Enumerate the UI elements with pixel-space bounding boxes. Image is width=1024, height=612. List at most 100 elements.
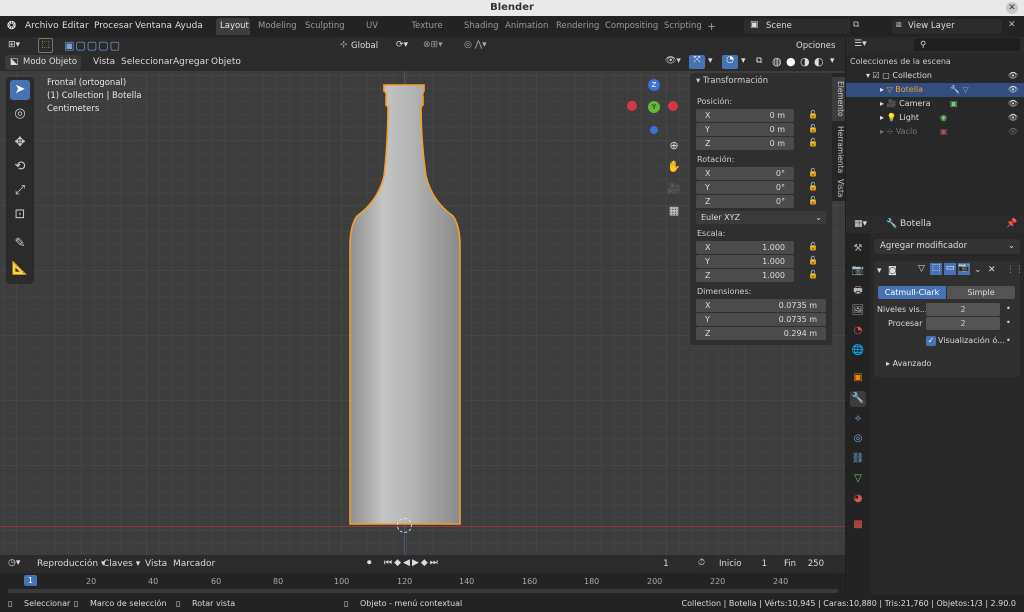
menu-reproduccion[interactable]: Reproducción ▾ xyxy=(37,559,106,569)
gizmo-toggle-icon[interactable]: ⤧ xyxy=(689,55,705,69)
menu-claves[interactable]: Claves ▾ xyxy=(103,559,140,569)
record-icon[interactable]: ⏺ xyxy=(367,558,372,568)
view-layer-selector[interactable]: View Layer xyxy=(892,19,1002,34)
dimension-z-field[interactable]: Z 0.294 m xyxy=(696,327,826,340)
menu-vista-timeline[interactable]: Vista xyxy=(145,559,167,569)
position-z-field[interactable]: Z0 m xyxy=(696,137,794,150)
tab-vista[interactable]: Vista xyxy=(832,177,845,199)
render-toggle-icon[interactable]: 📷 xyxy=(958,263,970,275)
wireframe-shading-icon[interactable]: ◍ xyxy=(772,55,782,68)
lock-icon[interactable]: 🔓 xyxy=(808,124,818,133)
simple-button[interactable]: Simple xyxy=(947,286,1015,299)
material-shading-icon[interactable]: ◑ xyxy=(800,55,810,68)
modifier-menu-icon[interactable]: ⌄ xyxy=(974,265,982,275)
lock-icon[interactable]: 🔓 xyxy=(808,182,818,191)
overlay-toggle-icon[interactable]: ◔ xyxy=(722,55,738,69)
tab-rendering[interactable]: Rendering xyxy=(552,18,599,35)
move-tool-icon[interactable]: ✥ xyxy=(10,133,30,153)
tab-herramienta[interactable]: Herramienta xyxy=(832,125,845,175)
material-tab-icon[interactable]: ◕ xyxy=(850,491,866,507)
constraints-tab-icon[interactable]: ⛓ xyxy=(850,451,866,467)
select-box-tool-icon[interactable]: ➤ xyxy=(10,80,30,100)
camera-view-icon[interactable]: 🎥 xyxy=(666,181,682,197)
menu-archivo[interactable]: Archivo xyxy=(25,21,59,31)
scene-selector[interactable]: Scene xyxy=(744,19,850,34)
snap-icon[interactable]: ⊗⊞▾ xyxy=(423,40,443,50)
tab-elemento[interactable]: Elemento xyxy=(832,77,845,121)
3d-cursor-icon[interactable] xyxy=(397,518,412,533)
perspective-grid-icon[interactable]: ▦ xyxy=(666,203,682,219)
select-tool-icon[interactable]: ⬚ xyxy=(38,38,53,53)
selection-mode-icons[interactable]: ▣▢▢▢▢ xyxy=(64,39,121,52)
start-frame-field[interactable]: Inicio 1 xyxy=(713,557,773,572)
outliner-editor-icon[interactable]: ☰▾ xyxy=(854,39,867,49)
position-x-field[interactable]: X0 m xyxy=(696,109,794,122)
levels-viewport-field[interactable]: 2 xyxy=(926,303,1000,316)
texture-tab-icon[interactable]: ▩ xyxy=(850,517,866,533)
visibility-icon[interactable]: 👁▾ xyxy=(665,56,681,66)
gizmo-neg-z-axis[interactable] xyxy=(650,126,658,134)
tab-compositing[interactable]: Compositing xyxy=(601,18,658,35)
position-y-field[interactable]: Y0 m xyxy=(696,123,794,136)
tool-tab-icon[interactable]: ⚒ xyxy=(850,241,866,257)
gizmo-z-axis[interactable]: Z xyxy=(648,79,660,91)
output-tab-icon[interactable]: 🖶 xyxy=(850,283,866,299)
catmull-clark-button[interactable]: Catmull-Clark xyxy=(878,286,946,299)
scale-x-field[interactable]: X 1.000 xyxy=(696,241,794,254)
delete-modifier-icon[interactable]: ✕ xyxy=(988,265,996,275)
timeline-scrollbar[interactable] xyxy=(8,589,838,593)
lock-icon[interactable]: 🔓 xyxy=(808,110,818,119)
lock-icon[interactable]: 🔓 xyxy=(808,242,818,251)
rotation-mode-dropdown[interactable]: Euler XYZ ⌄ xyxy=(696,211,826,224)
blender-logo-icon[interactable]: ❂ xyxy=(7,19,16,32)
solid-shading-icon[interactable]: ● xyxy=(786,55,796,68)
on-cage-toggle-icon[interactable]: ⬚ xyxy=(930,263,942,275)
pin-icon[interactable]: 📌 xyxy=(1006,219,1017,229)
proportional-edit-icon[interactable]: ◎ ⋀▾ xyxy=(464,40,487,50)
scene-tab-icon[interactable]: ◔ xyxy=(850,323,866,339)
edit-mode-toggle-icon[interactable]: ▽ xyxy=(918,264,925,274)
cursor-tool-icon[interactable]: ◎ xyxy=(10,104,30,124)
outliner-item-vacio[interactable]: ▸ ⊹ Vacío ▣ 👁 xyxy=(846,125,1024,139)
gizmo-dropdown-icon[interactable]: ▾ xyxy=(708,56,713,66)
zoom-icon[interactable]: ⊕ xyxy=(666,138,682,154)
properties-editor-icon[interactable]: ▦▾ xyxy=(854,219,867,229)
tab-layout[interactable]: Layout xyxy=(216,18,250,35)
gizmo-x-axis[interactable] xyxy=(627,101,637,111)
current-frame-field[interactable]: 1 xyxy=(640,557,692,572)
tab-texture-paint[interactable]: Texture Paint xyxy=(399,18,455,48)
pivot-icon[interactable]: ⟳▾ xyxy=(396,40,408,50)
object-tab-icon[interactable]: ▣ xyxy=(850,370,866,386)
viewport-toggle-icon[interactable]: ▭ xyxy=(944,263,956,275)
timeline-editor-icon[interactable]: ◷▾ xyxy=(8,558,20,568)
scale-tool-icon[interactable]: ⤢ xyxy=(10,181,30,201)
rotation-x-field[interactable]: X 0° xyxy=(696,167,794,180)
lock-icon[interactable]: 🔓 xyxy=(808,270,818,279)
tab-scripting[interactable]: Scripting xyxy=(660,18,702,35)
shading-dropdown-icon[interactable]: ▾ xyxy=(830,56,835,66)
add-modifier-dropdown[interactable]: Agregar modificador ⌄ xyxy=(874,239,1020,254)
menu-vista[interactable]: Vista xyxy=(93,57,115,67)
outliner-search-input[interactable]: ⚲ xyxy=(914,38,1020,51)
menu-objeto[interactable]: Objeto xyxy=(211,57,241,67)
outliner-item-collection[interactable]: ▾ ☑ ▢ Collection 👁 xyxy=(846,69,1024,83)
menu-seleccionar[interactable]: Seleccionar xyxy=(121,57,173,67)
keyframe-dot-icon[interactable]: • xyxy=(1006,318,1011,327)
end-frame-field[interactable]: Fin 250 xyxy=(778,557,830,572)
gizmo-neg-x-axis[interactable] xyxy=(668,101,678,111)
modifier-collapse-icon[interactable]: ▾ xyxy=(877,266,882,276)
tab-uv-editing[interactable]: UV Editing xyxy=(348,18,396,48)
rotate-tool-icon[interactable]: ⟲ xyxy=(10,157,30,177)
lock-icon[interactable]: 🔓 xyxy=(808,256,818,265)
rotation-z-field[interactable]: Z 0° xyxy=(696,195,794,208)
particles-tab-icon[interactable]: ⟡ xyxy=(850,411,866,427)
modifier-tab-icon[interactable]: 🔧 xyxy=(850,391,866,407)
gizmo-y-axis[interactable]: Y xyxy=(648,101,660,113)
render-levels-field[interactable]: 2 xyxy=(926,317,1000,330)
tab-shading[interactable]: Shading xyxy=(460,18,499,35)
keyframe-dot-icon[interactable]: • xyxy=(1006,304,1011,313)
advanced-subpanel[interactable]: ▸ Avanzado xyxy=(886,359,931,368)
new-scene-icon[interactable]: ⧉ xyxy=(853,20,859,30)
pan-hand-icon[interactable]: ✋ xyxy=(666,159,682,175)
menu-ayuda[interactable]: Ayuda xyxy=(175,21,203,31)
